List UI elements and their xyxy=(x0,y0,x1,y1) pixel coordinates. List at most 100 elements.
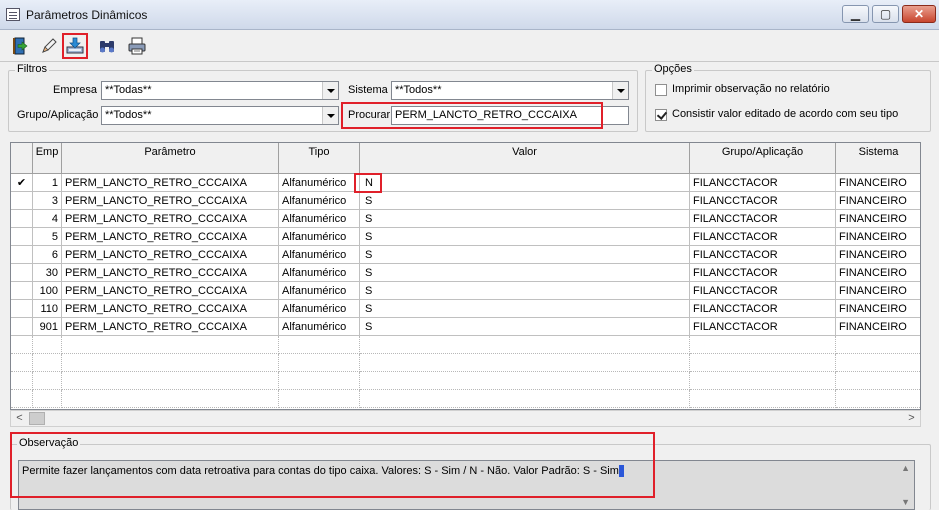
cell-grupo[interactable]: FILANCCTACOR xyxy=(690,264,836,282)
table-row[interactable]: 100 PERM_LANCTO_RETRO_CCCAIXA Alfanuméri… xyxy=(11,282,920,300)
empty-row xyxy=(11,354,920,372)
cell-tipo[interactable]: Alfanumérico xyxy=(279,210,360,228)
scroll-left-icon[interactable]: < xyxy=(11,411,28,426)
cell-emp[interactable]: 4 xyxy=(33,210,62,228)
cell-valor[interactable]: S xyxy=(360,300,690,318)
cell-valor[interactable]: S xyxy=(360,246,690,264)
close-button[interactable]: ✕ xyxy=(902,5,936,23)
cell-parametro[interactable]: PERM_LANCTO_RETRO_CCCAIXA xyxy=(62,282,279,300)
cell-tipo[interactable]: Alfanumérico xyxy=(279,318,360,336)
maximize-button[interactable]: ▢ xyxy=(872,5,899,23)
cell-sistema[interactable]: FINANCEIRO xyxy=(836,210,920,228)
empresa-select[interactable]: **Todas** xyxy=(101,81,339,100)
options-group: Opções xyxy=(645,63,931,132)
table-row[interactable]: 30 PERM_LANCTO_RETRO_CCCAIXA Alfanuméric… xyxy=(11,264,920,282)
cell-parametro[interactable]: PERM_LANCTO_RETRO_CCCAIXA xyxy=(62,192,279,210)
cell-parametro[interactable]: PERM_LANCTO_RETRO_CCCAIXA xyxy=(62,318,279,336)
table-row[interactable]: 4 PERM_LANCTO_RETRO_CCCAIXA Alfanumérico… xyxy=(11,210,920,228)
cell-tipo[interactable]: Alfanumérico xyxy=(279,228,360,246)
grupo-select[interactable]: **Todos** xyxy=(101,106,339,125)
cell-sistema[interactable]: FINANCEIRO xyxy=(836,300,920,318)
exit-button[interactable] xyxy=(8,33,34,59)
cell-valor[interactable]: S xyxy=(360,264,690,282)
cell-emp[interactable]: 30 xyxy=(33,264,62,282)
cell-valor[interactable]: S xyxy=(360,318,690,336)
cell-valor[interactable]: S xyxy=(360,210,690,228)
cell-sistema[interactable]: FINANCEIRO xyxy=(836,282,920,300)
cell-grupo[interactable]: FILANCCTACOR xyxy=(690,192,836,210)
cell-grupo[interactable]: FILANCCTACOR xyxy=(690,318,836,336)
table-row[interactable]: 3 PERM_LANCTO_RETRO_CCCAIXA Alfanumérico… xyxy=(11,192,920,210)
cell-emp[interactable]: 5 xyxy=(33,228,62,246)
column-header-valor[interactable]: Valor xyxy=(360,143,690,174)
scroll-up-icon[interactable]: ▲ xyxy=(901,463,910,473)
cell-parametro[interactable]: PERM_LANCTO_RETRO_CCCAIXA xyxy=(62,174,279,192)
cell-tipo[interactable]: Alfanumérico xyxy=(279,192,360,210)
column-header-parametro[interactable]: Parâmetro xyxy=(62,143,279,174)
grid-header: Emp Parâmetro Tipo Valor Grupo/Aplicação… xyxy=(11,143,920,174)
column-header-emp[interactable]: Emp xyxy=(33,143,62,174)
cell-parametro[interactable]: PERM_LANCTO_RETRO_CCCAIXA xyxy=(62,264,279,282)
cell-tipo[interactable]: Alfanumérico xyxy=(279,174,360,192)
scroll-right-icon[interactable]: > xyxy=(903,411,920,426)
cell-emp[interactable]: 3 xyxy=(33,192,62,210)
cell-emp[interactable]: 901 xyxy=(33,318,62,336)
edit-button[interactable] xyxy=(36,33,62,59)
horizontal-scrollbar[interactable]: < > xyxy=(10,410,921,427)
cell-parametro[interactable]: PERM_LANCTO_RETRO_CCCAIXA xyxy=(62,210,279,228)
cell-valor[interactable]: S xyxy=(360,228,690,246)
cell-parametro[interactable]: PERM_LANCTO_RETRO_CCCAIXA xyxy=(62,228,279,246)
save-button[interactable] xyxy=(62,33,88,59)
cell-grupo[interactable]: FILANCCTACOR xyxy=(690,282,836,300)
print-button[interactable] xyxy=(124,33,150,59)
cell-parametro[interactable]: PERM_LANCTO_RETRO_CCCAIXA xyxy=(62,246,279,264)
chevron-down-icon[interactable] xyxy=(322,107,338,124)
cell-valor[interactable]: N xyxy=(360,174,690,192)
cell-tipo[interactable]: Alfanumérico xyxy=(279,246,360,264)
cell-grupo[interactable]: FILANCCTACOR xyxy=(690,210,836,228)
cell-sistema[interactable]: FINANCEIRO xyxy=(836,192,920,210)
search-button[interactable] xyxy=(94,33,120,59)
cell-sistema[interactable]: FINANCEIRO xyxy=(836,246,920,264)
column-header-grupo[interactable]: Grupo/Aplicação xyxy=(690,143,836,174)
binoculars-icon xyxy=(100,41,114,53)
search-input[interactable]: PERM_LANCTO_RETRO_CCCAIXA xyxy=(391,106,629,125)
cell-tipo[interactable]: Alfanumérico xyxy=(279,264,360,282)
validate-value-checkbox[interactable] xyxy=(655,109,667,121)
cell-parametro[interactable]: PERM_LANCTO_RETRO_CCCAIXA xyxy=(62,300,279,318)
cell-sistema[interactable]: FINANCEIRO xyxy=(836,174,920,192)
table-row[interactable]: 110 PERM_LANCTO_RETRO_CCCAIXA Alfanuméri… xyxy=(11,300,920,318)
scroll-thumb[interactable] xyxy=(29,412,45,425)
print-observation-checkbox[interactable] xyxy=(655,84,667,96)
procurar-label: Procurar xyxy=(348,109,391,121)
cell-sistema[interactable]: FINANCEIRO xyxy=(836,228,920,246)
cell-grupo[interactable]: FILANCCTACOR xyxy=(690,228,836,246)
cell-emp[interactable]: 6 xyxy=(33,246,62,264)
cell-tipo[interactable]: Alfanumérico xyxy=(279,300,360,318)
cell-sistema[interactable]: FINANCEIRO xyxy=(836,264,920,282)
cell-grupo[interactable]: FILANCCTACOR xyxy=(690,246,836,264)
cell-valor[interactable]: S xyxy=(360,282,690,300)
scroll-down-icon[interactable]: ▼ xyxy=(901,497,910,507)
cell-valor[interactable]: S xyxy=(360,192,690,210)
cell-tipo[interactable]: Alfanumérico xyxy=(279,282,360,300)
parameters-grid[interactable]: Emp Parâmetro Tipo Valor Grupo/Aplicação… xyxy=(10,142,921,410)
sistema-select[interactable]: **Todos** xyxy=(391,81,629,100)
cell-emp[interactable]: 1 xyxy=(33,174,62,192)
column-header-tipo[interactable]: Tipo xyxy=(279,143,360,174)
cell-emp[interactable]: 100 xyxy=(33,282,62,300)
chevron-down-icon[interactable] xyxy=(612,82,628,99)
cell-emp[interactable]: 110 xyxy=(33,300,62,318)
cell-grupo[interactable]: FILANCCTACOR xyxy=(690,300,836,318)
table-row[interactable]: 6 PERM_LANCTO_RETRO_CCCAIXA Alfanumérico… xyxy=(11,246,920,264)
table-row[interactable]: 901 PERM_LANCTO_RETRO_CCCAIXA Alfanuméri… xyxy=(11,318,920,336)
observation-text-area[interactable]: Permite fazer lançamentos com data retro… xyxy=(18,460,915,510)
table-row[interactable]: 5 PERM_LANCTO_RETRO_CCCAIXA Alfanumérico… xyxy=(11,228,920,246)
column-header-sistema[interactable]: Sistema xyxy=(836,143,920,174)
chevron-down-icon[interactable] xyxy=(322,82,338,99)
cell-sistema[interactable]: FINANCEIRO xyxy=(836,318,920,336)
minimize-button[interactable]: ▁ xyxy=(842,5,869,23)
window-title: Parâmetros Dinâmicos xyxy=(26,8,148,22)
table-row[interactable]: ✔ 1 PERM_LANCTO_RETRO_CCCAIXA Alfanuméri… xyxy=(11,174,920,192)
cell-grupo[interactable]: FILANCCTACOR xyxy=(690,174,836,192)
